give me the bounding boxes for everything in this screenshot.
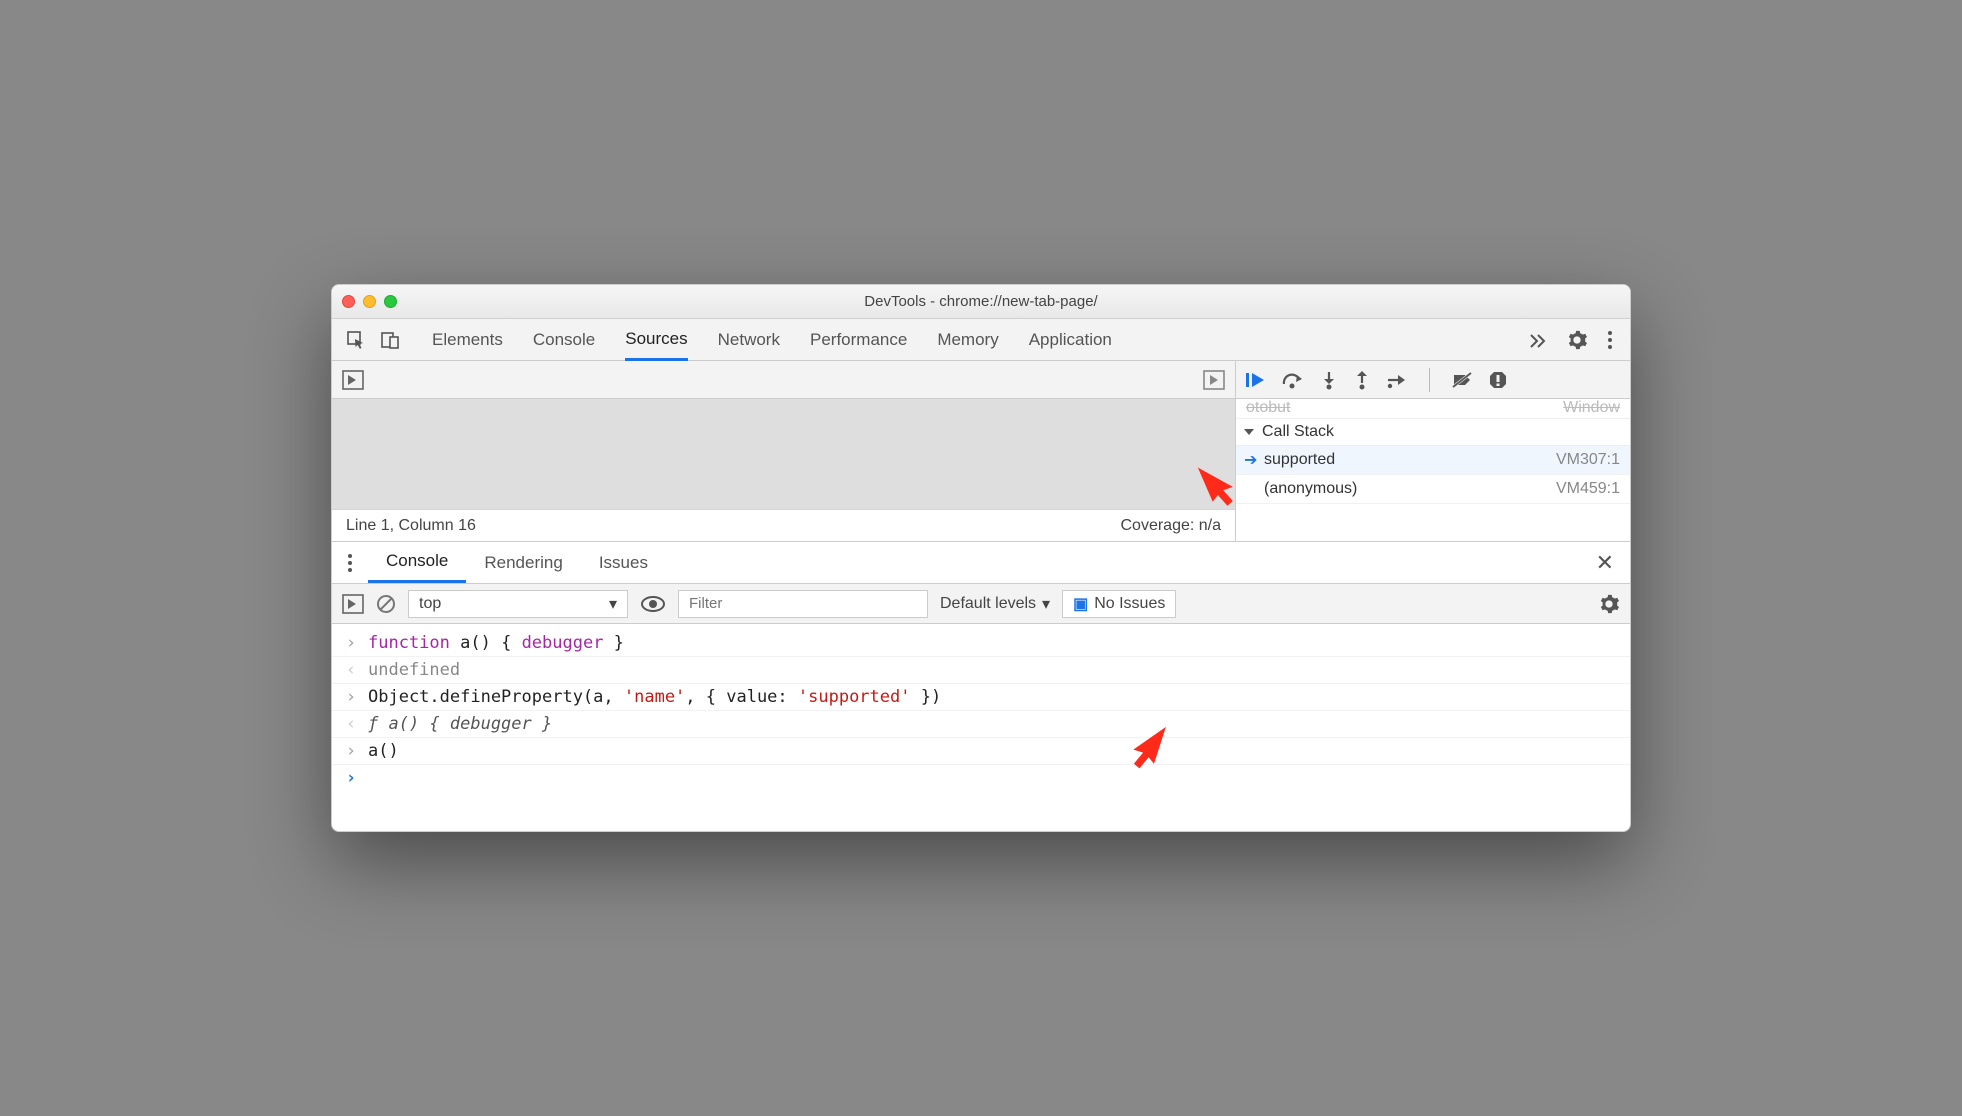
tab-network[interactable]: Network: [718, 319, 780, 360]
console-line: a(): [332, 738, 1630, 765]
console-line: ƒ a() { debugger }: [332, 711, 1630, 738]
issues-chip[interactable]: ▣ No Issues: [1062, 590, 1176, 618]
console-settings-gear-icon[interactable]: [1598, 593, 1620, 615]
console-line-content: Object.defineProperty(a, 'name', { value…: [368, 687, 941, 707]
inspect-icon[interactable]: [346, 330, 366, 350]
chevron-down-icon: ▾: [1042, 594, 1050, 614]
show-navigator-icon[interactable]: [342, 370, 364, 390]
drawer-tabbar: ConsoleRenderingIssues ✕: [332, 542, 1630, 584]
prompt-in-icon: [344, 687, 358, 707]
frame-name: (anonymous): [1264, 480, 1357, 498]
drawer-tab-issues[interactable]: Issues: [581, 542, 666, 583]
step-out-icon[interactable]: [1353, 370, 1371, 390]
drawer-tab-console[interactable]: Console: [368, 542, 466, 583]
chevron-down-icon: ▾: [609, 594, 617, 614]
prompt-in-icon: [344, 633, 358, 653]
step-into-icon[interactable]: [1320, 370, 1338, 390]
drawer-close-icon[interactable]: ✕: [1580, 550, 1630, 576]
console-line-content: undefined: [368, 660, 460, 680]
pause-exceptions-icon[interactable]: [1488, 370, 1508, 390]
window-title: DevTools - chrome://new-tab-page/: [332, 293, 1630, 310]
clear-console-icon[interactable]: [376, 594, 396, 614]
context-value: top: [419, 595, 441, 613]
settings-gear-icon[interactable]: [1566, 329, 1588, 351]
show-debugger-icon[interactable]: [1203, 370, 1225, 390]
console-line: undefined: [332, 657, 1630, 684]
sources-split: Line 1, Column 16 Coverage: n/a otobut W…: [332, 399, 1630, 542]
cursor-position: Line 1, Column 16: [346, 517, 476, 535]
kebab-menu-icon[interactable]: [1606, 329, 1614, 351]
console-filter-input[interactable]: [678, 590, 928, 618]
source-editor-area[interactable]: [332, 399, 1235, 509]
context-selector[interactable]: top ▾: [408, 590, 628, 618]
tab-sources[interactable]: Sources: [625, 320, 687, 361]
coverage-indicator: Coverage: n/a: [1120, 517, 1221, 535]
step-icon[interactable]: [1386, 370, 1408, 390]
debugger-panel: otobut Window Call Stack ➔ supported VM307…: [1235, 399, 1630, 541]
frame-location: VM307:1: [1556, 451, 1620, 469]
live-expression-icon[interactable]: [640, 595, 666, 613]
console-output[interactable]: function a() { debugger } undefined Object…: [332, 624, 1630, 831]
console-line-content: a(): [368, 741, 399, 761]
call-stack-header[interactable]: Call Stack: [1236, 419, 1630, 446]
obscured-row-right: Window: [1563, 399, 1620, 418]
issues-icon: ▣: [1073, 594, 1088, 614]
current-frame-icon: ➔: [1244, 450, 1257, 470]
deactivate-breakpoints-icon[interactable]: [1451, 370, 1473, 390]
console-line: Object.defineProperty(a, 'name', { value…: [332, 684, 1630, 711]
devtools-window: DevTools - chrome://new-tab-page/ Elemen…: [331, 284, 1631, 832]
tab-performance[interactable]: Performance: [810, 319, 907, 360]
tab-console[interactable]: Console: [533, 319, 595, 360]
levels-label: Default levels: [940, 595, 1036, 613]
step-over-icon[interactable]: [1281, 370, 1305, 390]
prompt-out-icon: [344, 714, 358, 734]
main-tabbar: Elements Console Sources Network Performance…: [332, 319, 1630, 361]
console-input-line[interactable]: [332, 765, 1630, 791]
console-toolbar: top ▾ Default levels ▾ ▣ No Issues: [332, 584, 1630, 624]
prompt-live-icon: [344, 768, 358, 788]
source-status-bar: Line 1, Column 16 Coverage: n/a: [332, 509, 1235, 541]
drawer-kebab-icon[interactable]: [332, 552, 368, 574]
obscured-row-left: otobut: [1246, 399, 1290, 418]
more-tabs-icon[interactable]: [1528, 331, 1548, 349]
sources-toolbar: [332, 361, 1630, 399]
resume-icon[interactable]: [1244, 370, 1266, 390]
prompt-out-icon: [344, 660, 358, 680]
console-line: function a() { debugger }: [332, 630, 1630, 657]
console-line-content: ƒ a() { debugger }: [368, 714, 552, 734]
tab-memory[interactable]: Memory: [937, 319, 998, 360]
issues-label: No Issues: [1094, 595, 1165, 613]
tab-elements[interactable]: Elements: [432, 319, 503, 360]
call-stack-frame[interactable]: (anonymous) VM459:1: [1236, 475, 1630, 504]
call-stack-title: Call Stack: [1262, 423, 1334, 441]
device-toggle-icon[interactable]: [380, 330, 400, 350]
tab-application[interactable]: Application: [1029, 319, 1112, 360]
call-stack-frame[interactable]: ➔ supported VM307:1: [1236, 446, 1630, 475]
prompt-in-icon: [344, 741, 358, 761]
titlebar: DevTools - chrome://new-tab-page/: [332, 285, 1630, 319]
console-sidebar-toggle-icon[interactable]: [342, 594, 364, 614]
frame-location: VM459:1: [1556, 480, 1620, 498]
log-levels-dropdown[interactable]: Default levels ▾: [940, 594, 1050, 614]
console-line-content: function a() { debugger }: [368, 633, 624, 653]
drawer-tab-rendering[interactable]: Rendering: [466, 542, 580, 583]
frame-name: supported: [1264, 451, 1335, 469]
chevron-down-icon: [1244, 429, 1254, 435]
